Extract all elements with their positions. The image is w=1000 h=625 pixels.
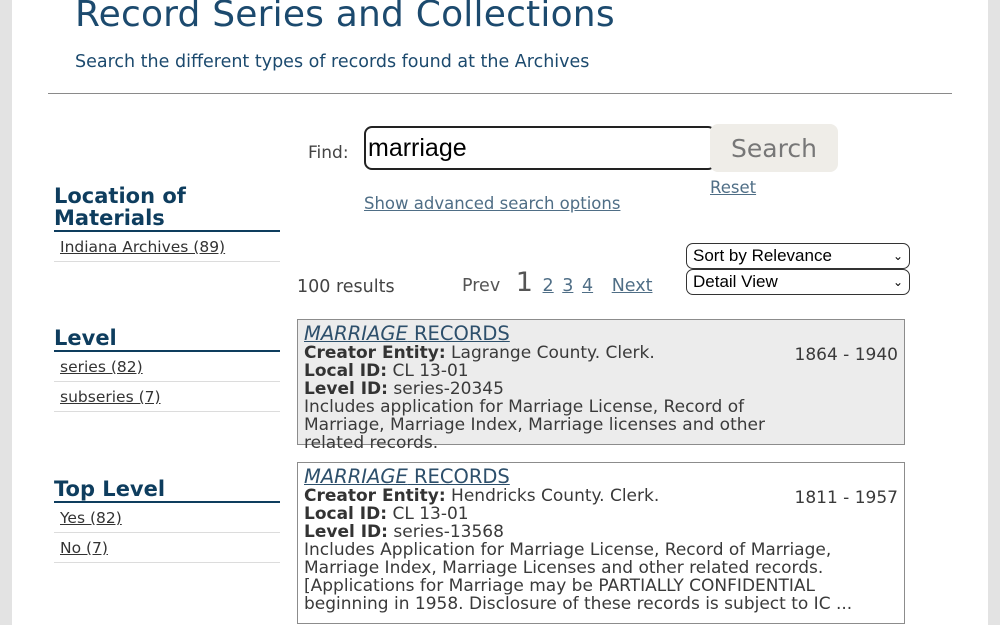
pagination-prev: Prev xyxy=(462,276,501,296)
facet-title: Top Level xyxy=(54,478,280,503)
facet-item-indiana-archives[interactable]: Indiana Archives (89) xyxy=(54,232,280,262)
result-title-rest: RECORDS xyxy=(407,465,510,488)
local-id-value: CL 13-01 xyxy=(387,504,469,524)
result-title-link[interactable]: MARRIAGE RECORDS xyxy=(304,465,510,488)
result-description: Includes Application for Marriage Licens… xyxy=(304,540,853,614)
result-title-link[interactable]: MARRIAGE RECORDS xyxy=(304,322,510,345)
pagination-page-3[interactable]: 3 xyxy=(562,276,573,296)
result-title-highlight: MARRIAGE xyxy=(304,465,408,488)
page: Record Series and Collections Search the… xyxy=(12,0,988,625)
result-dates: 1811 - 1957 xyxy=(794,488,898,508)
search-input[interactable] xyxy=(364,126,716,170)
facet-title: Location of Materials xyxy=(54,185,280,232)
sort-select[interactable]: Sort by Relevance ⌄ xyxy=(686,243,910,269)
creator-value: Lagrange County. Clerk. xyxy=(445,343,655,363)
result-dates: 1864 - 1940 xyxy=(794,345,898,365)
facet-item-yes[interactable]: Yes (82) xyxy=(54,503,280,533)
view-select-value: Detail View xyxy=(693,272,778,291)
pagination-next[interactable]: Next xyxy=(612,276,653,296)
facet-top-level: Top Level Yes (82) No (7) xyxy=(54,478,280,563)
advanced-search-link[interactable]: Show advanced search options xyxy=(364,194,620,213)
level-id-value: series-20345 xyxy=(387,379,504,399)
local-id-label: Local ID: xyxy=(304,504,388,524)
pagination: Prev 1 2 3 4 Next xyxy=(462,267,652,298)
pagination-page-4[interactable]: 4 xyxy=(582,276,593,296)
local-id-value: CL 13-01 xyxy=(387,361,469,381)
level-id-value: series-13568 xyxy=(387,522,504,542)
creator-label: Creator Entity: xyxy=(304,343,446,363)
result-item: MARRIAGE RECORDS 1864 - 1940 Creator Ent… xyxy=(297,319,905,452)
result-title-highlight: MARRIAGE xyxy=(304,322,408,345)
facet-title: Level xyxy=(54,327,280,352)
facet-item-series[interactable]: series (82) xyxy=(54,352,280,382)
chevron-down-icon: ⌄ xyxy=(892,275,903,289)
find-label: Find: xyxy=(308,143,349,163)
pagination-current-page: 1 xyxy=(515,267,533,298)
local-id-label: Local ID: xyxy=(304,361,388,381)
level-id-label: Level ID: xyxy=(304,522,388,542)
results-count: 100 results xyxy=(297,277,395,297)
page-title: Record Series and Collections xyxy=(75,0,615,35)
view-select[interactable]: Detail View ⌄ xyxy=(686,269,910,295)
facet-item-no[interactable]: No (7) xyxy=(54,533,280,563)
facet-level: Level series (82) subseries (7) xyxy=(54,327,280,412)
result-item: MARRIAGE RECORDS 1811 - 1957 Creator Ent… xyxy=(297,462,905,624)
chevron-down-icon: ⌄ xyxy=(892,249,903,263)
reset-link[interactable]: Reset xyxy=(710,178,756,197)
pagination-page-2[interactable]: 2 xyxy=(543,276,554,296)
creator-value: Hendricks County. Clerk. xyxy=(445,486,660,506)
creator-label: Creator Entity: xyxy=(304,486,446,506)
facet-item-subseries[interactable]: subseries (7) xyxy=(54,382,280,412)
level-id-label: Level ID: xyxy=(304,379,388,399)
search-button[interactable]: Search xyxy=(710,124,838,172)
facet-location: Location of Materials Indiana Archives (… xyxy=(54,185,280,262)
header-divider xyxy=(48,93,952,94)
page-subtitle: Search the different types of records fo… xyxy=(75,52,590,72)
result-level-id: Level ID: series-13568 xyxy=(304,523,898,541)
result-description: Includes application for Marriage Licens… xyxy=(304,397,765,453)
result-level-id: Level ID: series-20345 xyxy=(304,380,898,398)
result-title-rest: RECORDS xyxy=(407,322,510,345)
sort-select-value: Sort by Relevance xyxy=(693,246,832,265)
